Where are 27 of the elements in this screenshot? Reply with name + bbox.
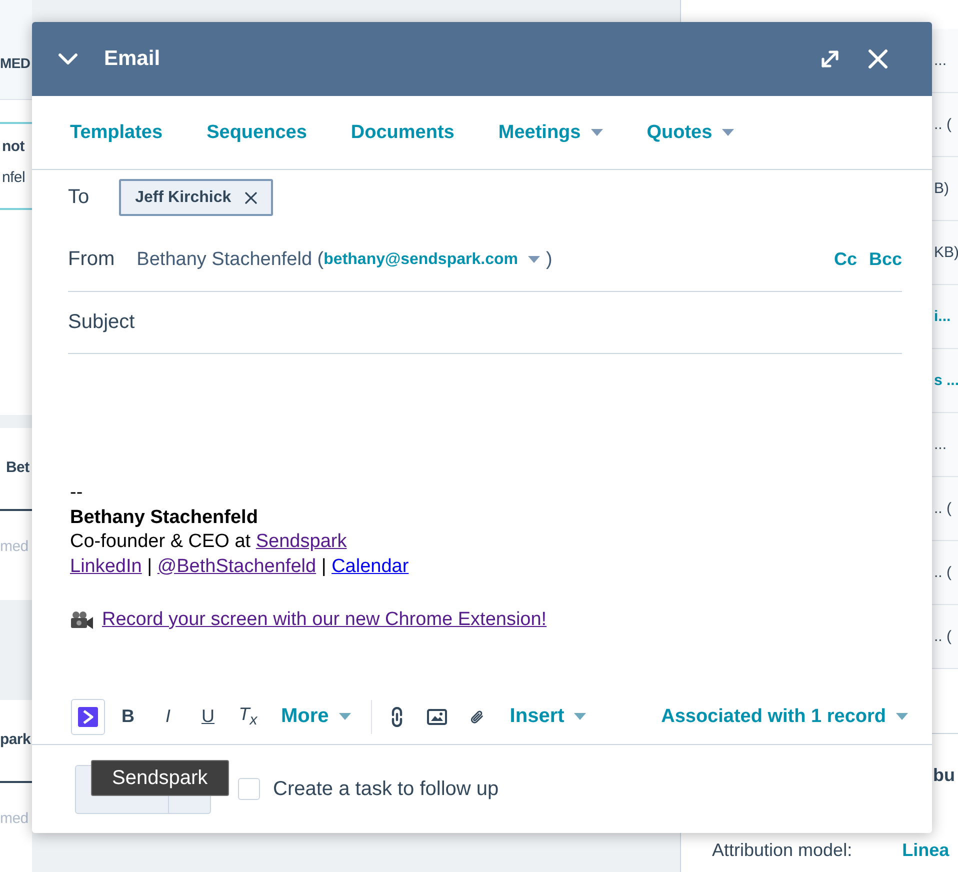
note-text: nfel bbox=[2, 168, 26, 188]
to-label: To bbox=[68, 186, 90, 209]
item-meta: med bbox=[0, 809, 30, 829]
row-text: ... bbox=[934, 436, 947, 453]
section-heading: bu bbox=[933, 765, 956, 785]
section-heading: MED bbox=[0, 54, 32, 73]
window-title: Email bbox=[104, 47, 160, 71]
row-text: ... bbox=[934, 52, 947, 69]
signature-line: Co-founder & CEO at Sendspark bbox=[70, 530, 347, 554]
signature-name: Bethany Stachenfeld bbox=[70, 506, 258, 530]
row-text: .. ( bbox=[934, 564, 952, 581]
tooltip: Sendspark bbox=[91, 760, 229, 796]
row-text: .. ( bbox=[934, 628, 952, 645]
row-text: B) bbox=[934, 180, 949, 197]
item-title: park bbox=[0, 730, 32, 750]
subject-label: Subject bbox=[68, 311, 135, 334]
from-label: From bbox=[68, 248, 115, 271]
row-text: .. ( bbox=[934, 116, 952, 133]
row-text: KB) bbox=[934, 244, 958, 261]
item-title: Bet bbox=[5, 458, 30, 478]
attribution-label: Attribution model: bbox=[712, 840, 852, 860]
signature-separator: -- bbox=[70, 481, 83, 505]
note-title: not bbox=[2, 137, 26, 157]
recipient-name: Jeff Kirchick bbox=[135, 188, 232, 206]
row-text: .. ( bbox=[934, 500, 952, 517]
item-meta: med bbox=[0, 537, 30, 557]
signature-line: LinkedIn | @BethStachenfeld | Calendar bbox=[70, 554, 409, 578]
